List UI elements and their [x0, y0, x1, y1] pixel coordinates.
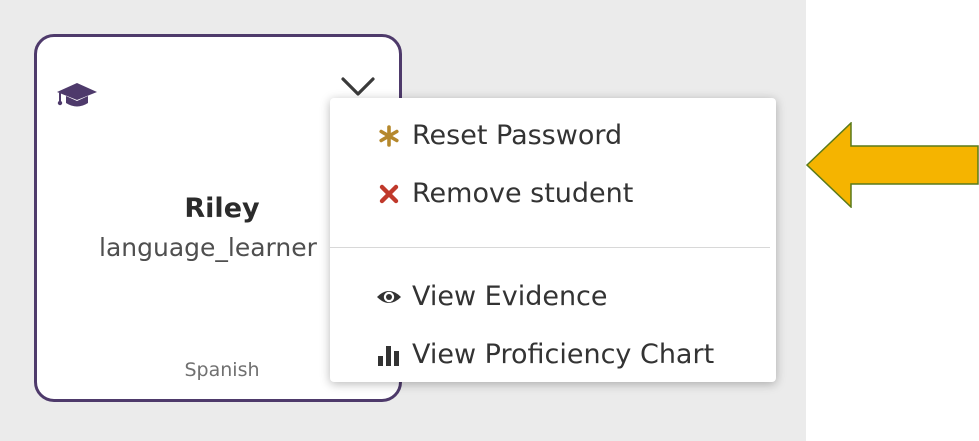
view-evidence-menu-item[interactable]: View Evidence [376, 281, 608, 312]
view-evidence-label: View Evidence [412, 281, 608, 312]
remove-student-menu-item[interactable]: Remove student [376, 178, 633, 209]
remove-student-label: Remove student [412, 178, 634, 209]
chevron-down-icon[interactable] [340, 76, 376, 98]
asterisk-icon [376, 123, 402, 149]
reset-password-label: Reset Password [412, 120, 623, 151]
left-arrow-icon [806, 122, 979, 208]
view-proficiency-chart-menu-item[interactable]: View Proficiency Chart [376, 339, 714, 370]
close-x-icon [376, 181, 402, 207]
reset-password-menu-item[interactable]: Reset Password [376, 120, 622, 151]
student-username: language_learner [99, 233, 317, 262]
bar-chart-icon [376, 342, 402, 368]
menu-divider [330, 247, 770, 248]
graduation-cap-icon [57, 83, 97, 107]
eye-icon [376, 284, 402, 310]
view-proficiency-chart-label: View Proficiency Chart [412, 339, 715, 370]
student-actions-menu: Reset Password Remove student View Evide… [330, 98, 776, 382]
screenshot-stage: Riley language_learner Spanish Reset Pas… [0, 0, 979, 441]
